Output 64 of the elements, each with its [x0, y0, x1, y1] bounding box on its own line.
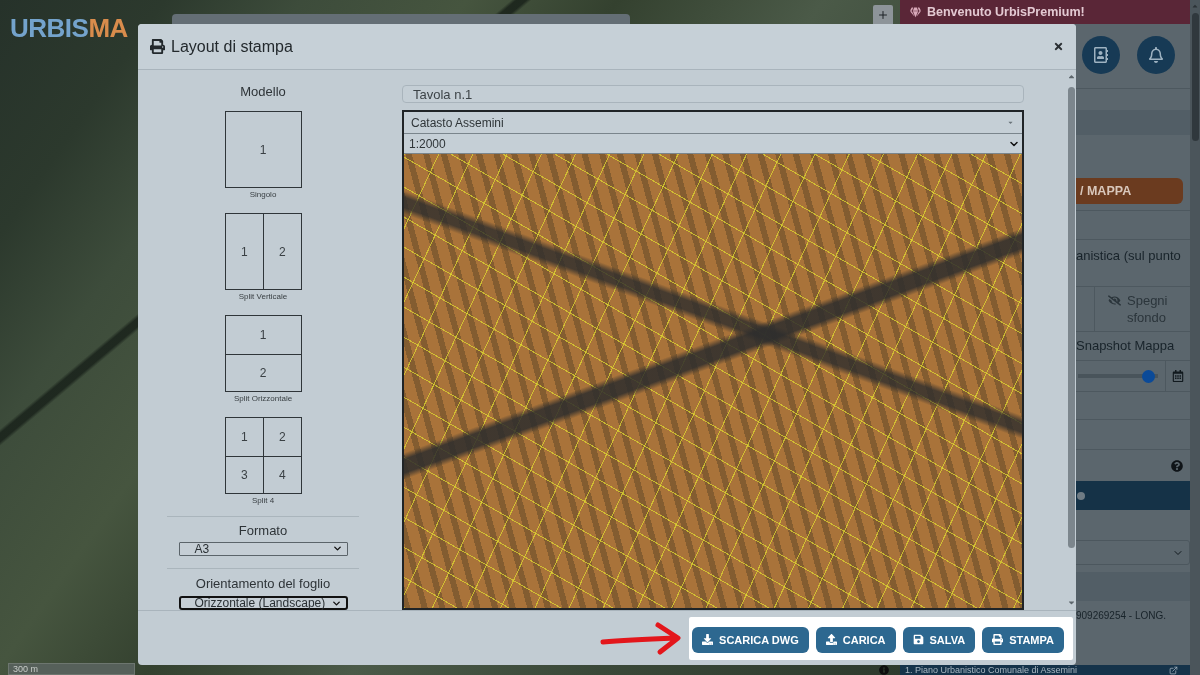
- section-heading: Orientamento del foglio: [195, 576, 331, 591]
- coordinates-text: 909269254 - LONG.: [1076, 609, 1167, 623]
- layout-caption: Split Orizzontale: [233, 394, 293, 404]
- layout-caption: Split 4: [251, 496, 275, 506]
- info-text: anistica (sul punto: [1076, 248, 1181, 264]
- external-link-icon[interactable]: [1169, 665, 1178, 675]
- panel-number: 2: [259, 365, 267, 380]
- circle-icon: [1077, 491, 1085, 500]
- bell-icon: [1148, 47, 1164, 63]
- scrollbar-thumb[interactable]: [1191, 13, 1199, 141]
- eye-slash-icon: [1108, 294, 1121, 307]
- save-button[interactable]: SALVA: [902, 626, 976, 653]
- scrollbar[interactable]: [1190, 0, 1200, 675]
- gem-icon: [910, 6, 921, 18]
- print-button[interactable]: STAMPA: [982, 626, 1064, 653]
- printer-icon: [150, 39, 165, 54]
- banner-text: Benvenuto UrbisPremium!: [927, 5, 1085, 19]
- layout-option[interactable]: 1 2: [224, 213, 302, 290]
- section-heading: Modello: [240, 84, 286, 99]
- caret-up-icon[interactable]: [1191, 2, 1199, 10]
- panel-number: 1: [240, 244, 248, 259]
- contacts-button[interactable]: [1082, 36, 1120, 74]
- save-icon: [912, 634, 924, 645]
- info-icon[interactable]: [879, 665, 889, 675]
- upload-button[interactable]: CARICA: [815, 626, 896, 653]
- layout-caption: Singolo: [249, 190, 277, 200]
- caret-down-icon[interactable]: [1066, 598, 1076, 607]
- section-heading: Formato: [238, 522, 288, 538]
- layout-option[interactable]: 1: [224, 111, 302, 188]
- slider-thumb[interactable]: [1141, 369, 1155, 383]
- scale-bar: 300 m: [8, 663, 135, 675]
- layout-option[interactable]: 1 2 3 4: [224, 417, 302, 494]
- download-button[interactable]: SCARICA DWG: [692, 626, 809, 653]
- panel-number: 4: [278, 467, 286, 482]
- panel-number: 1: [259, 327, 267, 342]
- close-icon: [1053, 41, 1064, 52]
- calendar-icon[interactable]: [1172, 370, 1184, 382]
- notifications-button[interactable]: [1137, 36, 1175, 74]
- chevron-down-icon: [331, 543, 343, 554]
- plan-link[interactable]: 1. Piano Urbanistico Comunale di Assemini: [905, 665, 1078, 675]
- layout-option[interactable]: 1 2: [224, 315, 302, 392]
- address-book-icon: [1093, 47, 1109, 63]
- printer-icon: [992, 634, 1004, 645]
- panel-number: 1: [240, 429, 248, 444]
- scrollbar-thumb[interactable]: [1067, 87, 1075, 548]
- download-icon: [702, 634, 714, 645]
- layout-caption: Split Verticale: [238, 292, 288, 302]
- help-icon[interactable]: [1171, 459, 1183, 472]
- zoom-in-button[interactable]: [873, 5, 893, 24]
- orientation-select[interactable]: Orizzontale (Landscape): [178, 596, 348, 610]
- format-select[interactable]: A3: [178, 541, 348, 556]
- close-button[interactable]: [1053, 41, 1064, 52]
- dialog-title: Layout di stampa: [171, 37, 293, 56]
- panel-number: 1: [259, 142, 267, 157]
- snapshot-label: Snapshot Mappa: [1076, 338, 1175, 354]
- panel-number: 3: [240, 467, 248, 482]
- caret-down-icon: [1007, 119, 1014, 126]
- plus-icon: [877, 8, 889, 21]
- upload-icon: [825, 634, 837, 645]
- logo: URBISMA: [10, 14, 128, 42]
- panel-number: 2: [278, 244, 286, 259]
- caret-up-icon[interactable]: [1066, 72, 1076, 81]
- title-input[interactable]: Tavola n.1: [402, 85, 1024, 103]
- panel-number: 2: [278, 429, 286, 444]
